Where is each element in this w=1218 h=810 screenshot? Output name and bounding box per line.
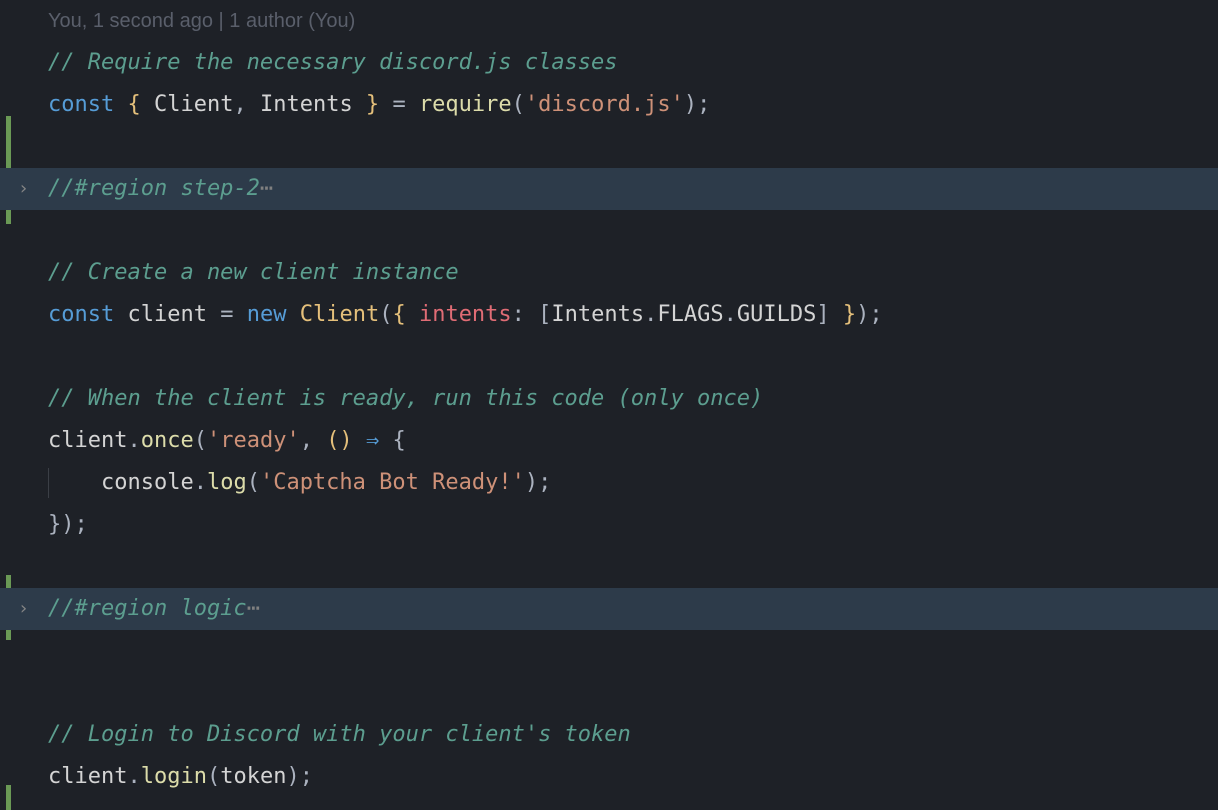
code-line[interactable]: const { Client, Intents } = require('dis… (48, 84, 1218, 126)
chevron-right-icon[interactable]: › (18, 592, 29, 626)
code-line[interactable]: // When the client is ready, run this co… (48, 378, 1218, 420)
keyword-const: const (48, 294, 114, 336)
blank-line[interactable] (48, 546, 1218, 588)
blank-line[interactable] (48, 630, 1218, 672)
comment: // Create a new client instance (48, 252, 459, 294)
string-literal: 'discord.js' (525, 84, 684, 126)
function-require: require (419, 84, 512, 126)
comment: // When the client is ready, run this co… (48, 378, 763, 420)
fold-ellipsis-icon[interactable]: ⋯ (247, 588, 259, 630)
keyword-new: new (247, 294, 287, 336)
region-comment: //#region step-2 (48, 168, 260, 210)
git-blame-text: You, 1 second ago | 1 author (You) (48, 2, 355, 40)
folded-region[interactable]: › //#region step-2 ⋯ (0, 168, 1218, 210)
indent-guide (48, 468, 49, 498)
editor-gutter (0, 0, 40, 798)
fold-ellipsis-icon[interactable]: ⋯ (260, 168, 272, 210)
code-line[interactable]: client.once('ready', () ⇒ { (48, 420, 1218, 462)
modified-indicator (6, 785, 11, 810)
code-line[interactable]: // Login to Discord with your client's t… (48, 714, 1218, 756)
code-editor[interactable]: You, 1 second ago | 1 author (You) // Re… (0, 0, 1218, 798)
blank-line[interactable] (48, 336, 1218, 378)
chevron-right-icon[interactable]: › (18, 172, 29, 206)
folded-region[interactable]: › //#region logic ⋯ (0, 588, 1218, 630)
comment: // Require the necessary discord.js clas… (48, 42, 618, 84)
blank-line[interactable] (48, 672, 1218, 714)
code-line[interactable]: client.login(token); (48, 756, 1218, 798)
blank-line[interactable] (48, 210, 1218, 252)
git-blame-annotation: You, 1 second ago | 1 author (You) (48, 0, 1218, 42)
keyword-const: const (48, 84, 114, 126)
region-comment: //#region logic (48, 588, 247, 630)
blank-line[interactable] (48, 126, 1218, 168)
code-line[interactable]: console.log('Captcha Bot Ready!'); (48, 462, 1218, 504)
code-line[interactable]: // Require the necessary discord.js clas… (48, 42, 1218, 84)
string-literal: 'ready' (207, 420, 300, 462)
code-line[interactable]: // Create a new client instance (48, 252, 1218, 294)
string-literal: 'Captcha Bot Ready!' (260, 462, 525, 504)
code-line[interactable]: const client = new Client({ intents: [In… (48, 294, 1218, 336)
comment: // Login to Discord with your client's t… (48, 714, 631, 756)
arrow-function: ⇒ (366, 420, 379, 462)
code-line[interactable]: }); (48, 504, 1218, 546)
